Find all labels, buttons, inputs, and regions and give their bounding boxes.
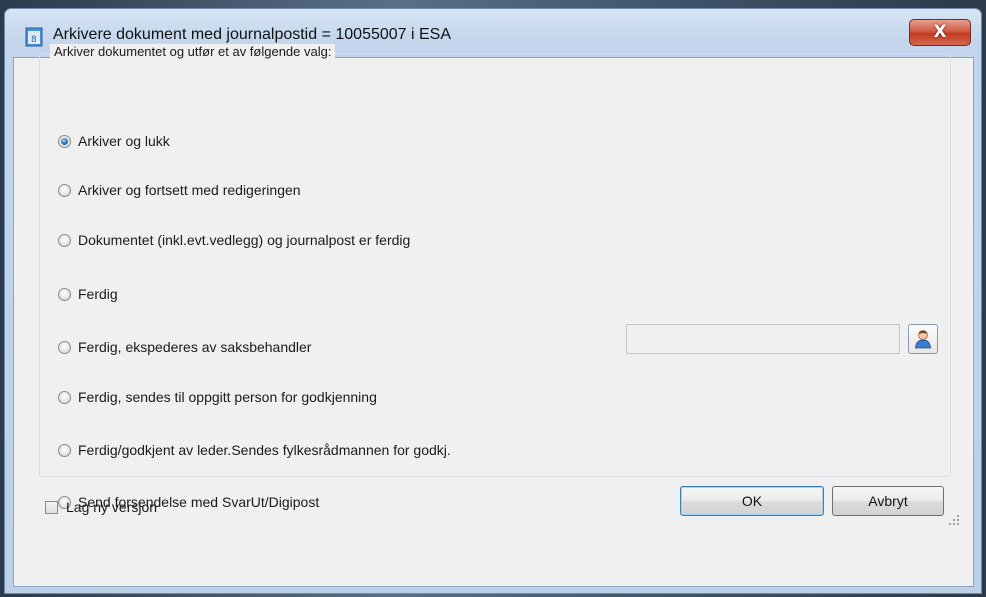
document-icon: 8 bbox=[25, 27, 43, 47]
resize-grip-icon[interactable] bbox=[948, 514, 960, 526]
ok-button[interactable]: OK bbox=[680, 486, 824, 516]
radio-arkiver-og-lukk[interactable]: Arkiver og lukk bbox=[58, 131, 170, 151]
radio-button[interactable] bbox=[58, 390, 71, 404]
new-version-checkbox[interactable] bbox=[45, 500, 58, 514]
radio-button[interactable] bbox=[58, 287, 71, 301]
radio-button[interactable] bbox=[58, 134, 71, 148]
radio-label: Ferdig, ekspederes av saksbehandler bbox=[78, 339, 312, 355]
new-version-label: Lag ny versjon bbox=[66, 499, 158, 515]
radio-button[interactable] bbox=[58, 443, 71, 457]
window-title: Arkivere dokument med journalpostid = 10… bbox=[53, 26, 452, 43]
radio-ferdig[interactable]: Ferdig bbox=[58, 284, 118, 304]
person-icon bbox=[915, 330, 931, 349]
close-button[interactable]: X bbox=[909, 19, 971, 46]
options-groupbox bbox=[39, 53, 951, 477]
close-icon: X bbox=[933, 22, 947, 42]
radio-button[interactable] bbox=[58, 340, 71, 354]
radio-ferdig-godkjent-leder[interactable]: Ferdig/godkjent av leder.Sendes fylkesrå… bbox=[58, 440, 451, 460]
radio-label: Arkiver og lukk bbox=[78, 133, 170, 149]
radio-ferdig-sendes-godkjenning[interactable]: Ferdig, sendes til oppgitt person for go… bbox=[58, 387, 377, 407]
radio-label: Ferdig bbox=[78, 286, 118, 302]
radio-dokumentet-ferdig[interactable]: Dokumentet (inkl.evt.vedlegg) og journal… bbox=[58, 230, 410, 250]
radio-label: Ferdig, sendes til oppgitt person for go… bbox=[78, 389, 377, 405]
radio-label: Ferdig/godkjent av leder.Sendes fylkesrå… bbox=[78, 442, 451, 458]
radio-button[interactable] bbox=[58, 233, 71, 247]
radio-ferdig-ekspederes[interactable]: Ferdig, ekspederes av saksbehandler bbox=[58, 337, 311, 357]
cancel-button[interactable]: Avbryt bbox=[832, 486, 944, 516]
radio-label: Dokumentet (inkl.evt.vedlegg) og journal… bbox=[78, 232, 411, 248]
approver-person-input[interactable] bbox=[626, 324, 900, 354]
new-version-checkbox-row[interactable]: Lag ny versjon bbox=[45, 499, 157, 515]
radio-arkiver-og-fortsett[interactable]: Arkiver og fortsett med redigeringen bbox=[58, 180, 301, 200]
radio-button[interactable] bbox=[58, 183, 71, 197]
person-picker-button[interactable] bbox=[908, 324, 938, 354]
options-group-label: Arkiver dokumentet og utfør et av følgen… bbox=[50, 44, 336, 59]
svg-text:8: 8 bbox=[31, 35, 37, 45]
radio-label: Arkiver og fortsett med redigeringen bbox=[78, 182, 301, 198]
